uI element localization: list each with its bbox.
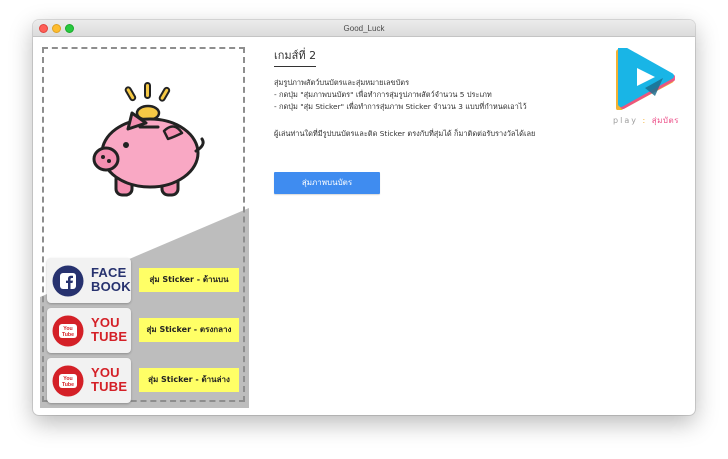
brand-separator: :	[642, 116, 648, 125]
youtube-logo-text: YOU TUBE	[91, 365, 128, 394]
random-sticker-top-button[interactable]: สุ่ม Sticker - ด้านบน	[139, 268, 239, 292]
app-window: Good_Luck FACE BOOK สุ่ม Sticker - ด้านบ…	[33, 20, 695, 415]
svg-text:Tube: Tube	[62, 382, 74, 388]
draw-card-image-button[interactable]: สุ่มภาพบนบัตร	[274, 172, 380, 194]
piggy-bank-icon	[92, 82, 205, 197]
window-content: FACE BOOK สุ่ม Sticker - ด้านบน You Tube…	[33, 37, 695, 415]
random-sticker-bottom-button[interactable]: สุ่ม Sticker - ด้านล่าง	[139, 368, 239, 392]
facebook-logo-text: FACE BOOK	[91, 265, 131, 294]
youtube-icon: You Tube	[52, 315, 84, 347]
description-line-3: - กดปุ่ม "สุ่ม Sticker" เพื่อทำการสุ่มภา…	[274, 102, 527, 111]
brand-name-text: สุ่มบัตร	[651, 116, 679, 125]
description-line-1: สุ่มรูปภาพสัตว์บนบัตรและสุ่มหมายเลขบัตร	[274, 78, 410, 87]
svg-text:Tube: Tube	[62, 332, 74, 338]
facebook-logo-tile: FACE BOOK	[47, 258, 131, 303]
window-title: Good_Luck	[343, 24, 385, 33]
random-sticker-middle-button[interactable]: สุ่ม Sticker - ตรงกลาง	[139, 318, 239, 342]
game-title: เกมส์ที่ 2	[274, 46, 317, 67]
youtube-logo-tile-bottom: You Tube YOU TUBE	[47, 358, 131, 403]
brand-play-text: play	[613, 116, 638, 125]
youtube-icon: You Tube	[52, 365, 84, 397]
sticker-row-middle: You Tube YOU TUBE สุ่ม Sticker - ตรงกลาง	[47, 308, 247, 353]
prize-note: ผู้เล่นท่านใดที่มีรูปบนบัตรและติด Sticke…	[274, 129, 536, 138]
facebook-icon	[52, 265, 84, 297]
sticker-row-top: FACE BOOK สุ่ม Sticker - ด้านบน	[47, 258, 247, 303]
description-line-2: - กดปุ่ม "สุ่มภาพบนบัตร" เพื่อทำการสุ่มร…	[274, 90, 492, 99]
youtube-logo-tile-middle: You Tube YOU TUBE	[47, 308, 131, 353]
title-bar: Good_Luck	[33, 20, 695, 37]
sticker-row-bottom: You Tube YOU TUBE สุ่ม Sticker - ด้านล่า…	[47, 358, 247, 403]
card-panel: FACE BOOK สุ่ม Sticker - ด้านบน You Tube…	[40, 45, 249, 408]
play-logo-icon	[616, 48, 675, 110]
youtube-logo-text: YOU TUBE	[91, 315, 128, 344]
brand-wordmark: play : สุ่มบัตร	[611, 114, 681, 127]
